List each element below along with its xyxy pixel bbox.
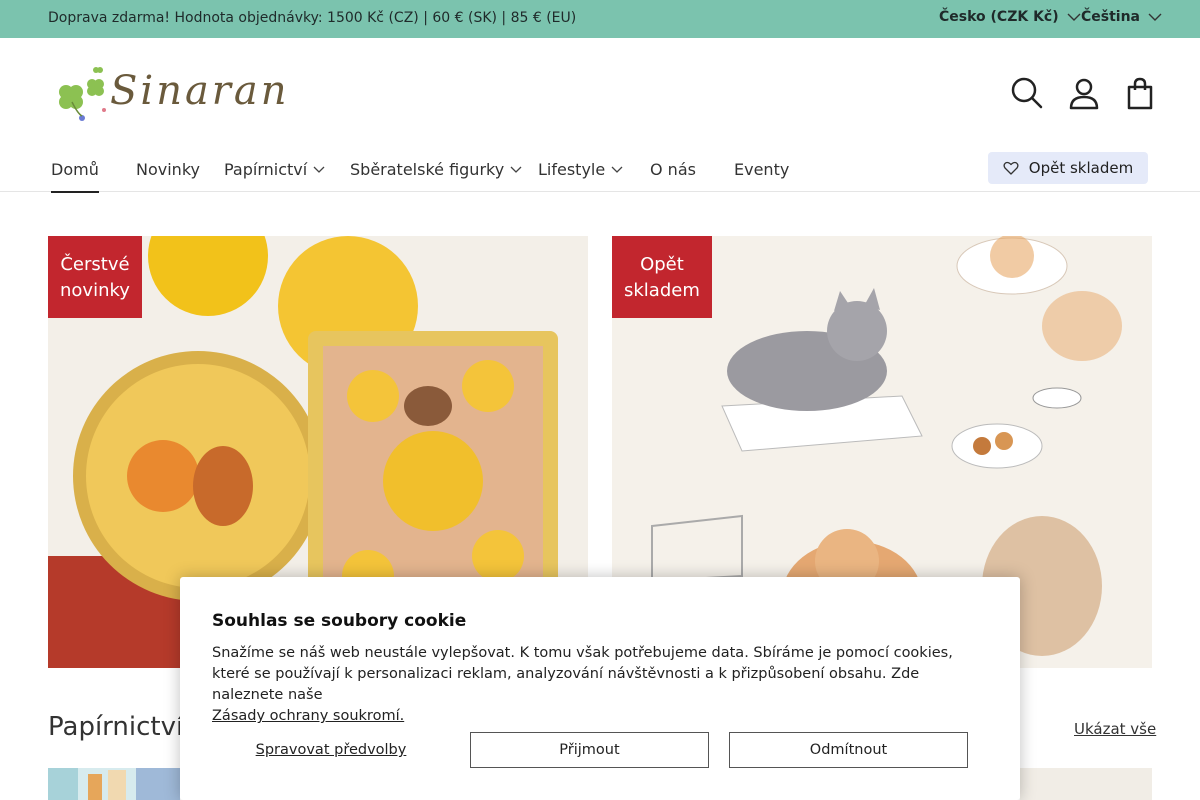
product-image [1020,768,1152,800]
cookie-consent-dialog: Souhlas se soubory cookie Snažíme se náš… [180,577,1020,800]
nav-label: Eventy [734,159,790,179]
cart-button[interactable] [1123,76,1157,110]
nav-label: Papírnictví [224,159,308,179]
country-selector[interactable]: Česko (CZK Kč) [939,9,1081,25]
chevron-down-icon [611,166,623,173]
promo-text: Doprava zdarma! Hodnota objednávky: 1500… [48,10,577,26]
restock-label: Opět skladem [1028,159,1134,177]
badge-line: novinky [60,280,130,301]
nav-item-about[interactable]: O nás [650,158,696,180]
logo-text: Sinaran [110,68,290,114]
nav-item-home[interactable]: Domů [51,158,99,193]
badge-line: skladem [624,280,700,301]
nav-label: Lifestyle [538,159,606,179]
section-title: Papírnictví [48,712,184,742]
language-selector[interactable]: Čeština [1081,9,1162,25]
site-header: Sinaran Domů Novinky Papírnictví Sběrate… [0,38,1200,193]
nav-item-new[interactable]: Novinky [136,158,200,180]
product-thumbnail[interactable] [1020,768,1152,800]
language-label: Čeština [1081,9,1141,25]
privacy-policy-link[interactable]: Zásady ochrany soukromí. [212,708,404,724]
cookie-title: Souhlas se soubory cookie [212,611,467,631]
nav-label: Sběratelské figurky [350,159,505,179]
account-icon [1069,78,1099,110]
logo[interactable]: Sinaran [52,62,352,126]
product-thumbnail[interactable] [48,768,180,800]
clover-logo-icon [59,67,106,121]
announcement-bar: Doprava zdarma! Hodnota objednávky: 1500… [0,0,1200,38]
promo-badge: Opět skladem [612,236,712,318]
nav-item-events[interactable]: Eventy [734,158,789,180]
search-button[interactable] [1010,76,1044,110]
decline-button[interactable]: Odmítnout [729,732,968,768]
heart-icon [1003,161,1019,175]
nav-item-figures[interactable]: Sběratelské figurky [350,158,522,180]
cookie-text: Snažíme se náš web neustále vylepšovat. … [212,643,992,727]
view-all-link[interactable]: Ukázat vše [1074,720,1156,738]
chevron-down-icon [1148,13,1162,21]
manage-preferences-button[interactable]: Spravovat předvolby [212,732,450,768]
account-button[interactable] [1067,76,1101,110]
chevron-down-icon [1067,13,1081,21]
accept-button[interactable]: Přijmout [470,732,709,768]
nav-label: Domů [51,159,99,179]
product-image [48,768,180,800]
chevron-down-icon [313,166,325,173]
cookie-description: Snažíme se náš web neustále vylepšovat. … [212,645,953,703]
chevron-down-icon [510,166,522,173]
nav-item-lifestyle[interactable]: Lifestyle [538,158,623,180]
cart-icon [1127,77,1153,110]
nav-item-stationery[interactable]: Papírnictví [224,158,325,180]
country-label: Česko (CZK Kč) [939,9,1059,25]
search-icon [1011,77,1043,109]
badge-line: Opět [640,254,684,275]
badge-line: Čerstvé [60,254,130,275]
restock-button[interactable]: Opět skladem [988,152,1148,184]
promo-badge: Čerstvé novinky [48,236,142,318]
nav-label: Novinky [136,159,200,179]
nav-label: O nás [650,159,696,179]
